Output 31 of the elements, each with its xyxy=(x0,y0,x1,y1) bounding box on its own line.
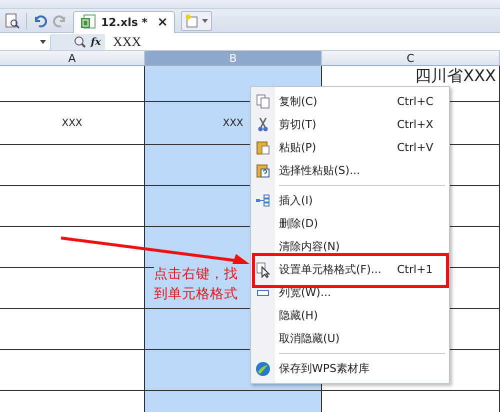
print-preview-icon[interactable] xyxy=(4,12,20,28)
function-button[interactable]: fx xyxy=(90,36,101,48)
globe-icon xyxy=(255,360,271,376)
zoom-icon[interactable] xyxy=(74,36,86,48)
close-button[interactable]: × xyxy=(157,14,168,30)
paste-special-icon xyxy=(256,163,270,178)
column-width-icon xyxy=(257,290,269,296)
menu-item[interactable]: 保存到WPS素材库 xyxy=(251,357,449,380)
menu-item[interactable]: 隐藏(H) xyxy=(251,304,449,327)
redo-icon[interactable] xyxy=(53,14,67,28)
menu-item[interactable]: 清除内容(N) xyxy=(251,235,449,258)
scissors-icon xyxy=(257,117,269,132)
formula-field[interactable]: XXX xyxy=(105,34,142,50)
copy-icon xyxy=(256,94,270,109)
cursor-icon xyxy=(256,262,270,278)
undo-icon[interactable] xyxy=(33,14,47,28)
insert-icon xyxy=(256,194,270,208)
document-tab[interactable]: 12.xls * × xyxy=(73,10,175,32)
column-header[interactable]: A xyxy=(0,51,145,65)
paste-icon xyxy=(256,140,270,155)
new-document-icon xyxy=(185,14,199,28)
menu-item[interactable]: 删除(D) xyxy=(251,212,449,235)
column-header[interactable]: C xyxy=(322,51,500,65)
menu-item[interactable]: 设置单元格格式(F)... Ctrl+1 xyxy=(251,258,449,281)
new-tab-button[interactable] xyxy=(181,10,212,30)
menu-item[interactable]: 插入(I) xyxy=(251,189,449,212)
spreadsheet-icon xyxy=(80,14,96,30)
menu-item[interactable]: 取消隐藏(U) xyxy=(251,327,449,350)
caret-icon xyxy=(202,18,208,22)
menu-item[interactable]: 选择性粘贴(S)... xyxy=(251,159,449,182)
caret-icon xyxy=(40,40,46,44)
